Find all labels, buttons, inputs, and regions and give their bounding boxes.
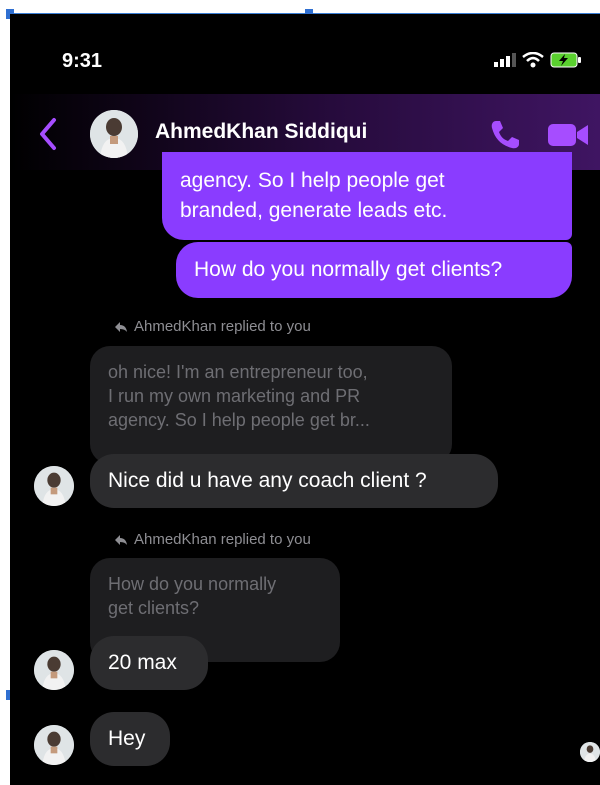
message-text: Nice did u have any coach client ? bbox=[108, 469, 427, 492]
avatar-photo bbox=[580, 742, 600, 762]
contact-avatar[interactable] bbox=[34, 650, 74, 690]
message-line: agency. So I help people get bbox=[180, 169, 445, 192]
contact-avatar[interactable] bbox=[34, 725, 74, 765]
reply-indicator: AhmedKhan replied to you bbox=[114, 531, 311, 548]
avatar-photo bbox=[90, 110, 138, 158]
quoted-line: agency. So I help people get br... bbox=[108, 410, 370, 430]
status-icons bbox=[494, 52, 582, 68]
reply-indicator-text: AhmedKhan replied to you bbox=[134, 318, 311, 335]
quoted-line: get clients? bbox=[108, 598, 200, 618]
phone-icon[interactable] bbox=[488, 118, 522, 152]
received-message[interactable]: 20 max bbox=[90, 636, 208, 690]
sent-message[interactable]: agency. So I help people get branded, ge… bbox=[162, 152, 572, 240]
message-text: 20 max bbox=[108, 651, 177, 674]
received-message[interactable]: Nice did u have any coach client ? bbox=[90, 454, 498, 508]
wifi-icon bbox=[522, 52, 544, 68]
quoted-message[interactable]: oh nice! I'm an entrepreneur too, I run … bbox=[90, 346, 452, 464]
message-text: How do you normally get clients? bbox=[194, 258, 503, 281]
message-text: Hey bbox=[108, 727, 146, 750]
received-message[interactable]: Hey bbox=[90, 712, 170, 766]
video-camera-icon[interactable] bbox=[546, 120, 590, 150]
battery-charging-icon bbox=[550, 52, 581, 68]
status-time: 9:31 bbox=[62, 50, 103, 72]
avatar-photo bbox=[34, 466, 74, 506]
sent-message[interactable]: How do you normally get clients? bbox=[176, 242, 572, 298]
reply-arrow-icon bbox=[115, 321, 127, 332]
avatar-photo bbox=[34, 650, 74, 690]
quoted-line: oh nice! I'm an entrepreneur too, bbox=[108, 362, 368, 382]
quoted-line: I run my own marketing and PR bbox=[108, 386, 361, 406]
cellular-signal-icon bbox=[494, 53, 516, 67]
message-line: branded, generate leads etc. bbox=[180, 199, 448, 222]
reply-indicator-text: AhmedKhan replied to you bbox=[134, 531, 311, 548]
read-receipt-avatar bbox=[580, 742, 600, 762]
contact-name[interactable]: AhmedKhan Siddiqui bbox=[155, 120, 367, 144]
reply-indicator: AhmedKhan replied to you bbox=[114, 318, 311, 335]
reply-arrow-icon bbox=[115, 534, 127, 545]
chat-screen: 9:31 AhmedKhan Siddiqui agency. So I hel… bbox=[10, 14, 600, 785]
back-chevron-icon[interactable] bbox=[36, 116, 60, 152]
quoted-line: How do you normally bbox=[108, 574, 277, 594]
avatar-photo bbox=[34, 725, 74, 765]
contact-avatar[interactable] bbox=[90, 110, 138, 158]
contact-avatar[interactable] bbox=[34, 466, 74, 506]
